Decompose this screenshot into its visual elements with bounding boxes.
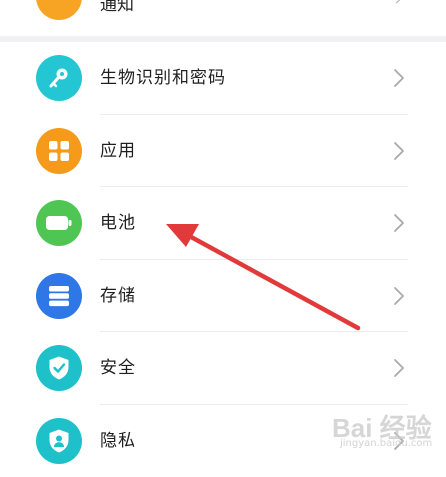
chevron-right-icon — [393, 213, 405, 233]
notification-label: 通知 — [100, 0, 134, 15]
top-partial-row[interactable]: 通知 — [0, 0, 446, 36]
settings-item-label: 应用 — [100, 139, 136, 163]
settings-item-label: 生物识别和密码 — [100, 66, 226, 90]
settings-item-apps[interactable]: 应用 — [0, 115, 446, 188]
chevron-right-icon — [393, 0, 405, 4]
chevron-right-icon — [393, 358, 405, 378]
settings-item-storage[interactable]: 存储 — [0, 260, 446, 333]
settings-item-label: 电池 — [100, 211, 136, 235]
settings-item-biometrics[interactable]: 生物识别和密码 — [0, 42, 446, 115]
chevron-right-icon — [393, 68, 405, 88]
chevron-right-icon — [393, 141, 405, 161]
settings-item-battery[interactable]: 电池 — [0, 187, 446, 260]
apps-grid-icon — [36, 128, 82, 174]
chevron-right-icon — [393, 286, 405, 306]
settings-item-label: 安全 — [100, 356, 136, 380]
baidu-watermark: Bai 经验 jingyan.baidu.com — [332, 408, 432, 458]
settings-item-security[interactable]: 安全 — [0, 332, 446, 405]
settings-item-label: 隐私 — [100, 429, 136, 453]
battery-icon — [36, 200, 82, 246]
settings-item-label: 存储 — [100, 284, 136, 308]
shield-check-icon — [36, 345, 82, 391]
privacy-icon — [36, 418, 82, 464]
key-icon — [36, 55, 82, 101]
storage-icon — [36, 273, 82, 319]
watermark-subtext: jingyan.baidu.com — [340, 438, 432, 449]
bell-icon — [36, 0, 82, 20]
